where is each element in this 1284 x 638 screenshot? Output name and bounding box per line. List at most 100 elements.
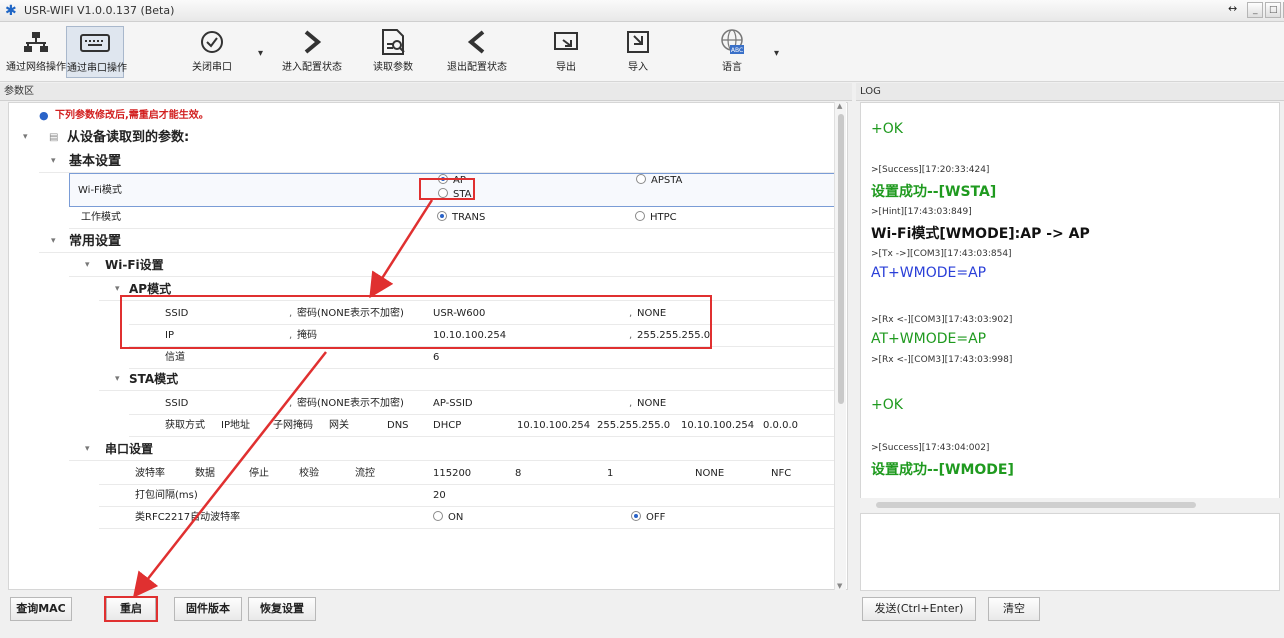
chevron-down-icon[interactable]: ▾ — [774, 48, 779, 59]
sta-ip-value[interactable]: 10.10.100.254 — [517, 415, 590, 436]
collapse-icon[interactable]: ▾ — [115, 369, 120, 390]
params-scrollbar[interactable]: ▲ ▼ — [834, 102, 846, 590]
stop-bits-value[interactable]: 1 — [607, 463, 613, 484]
subnet-mask-label: 子网掩码 — [273, 420, 313, 431]
obtain-mode-value[interactable]: DHCP — [433, 415, 461, 436]
collapse-icon[interactable]: ▾ — [85, 255, 90, 276]
firmware-version-button[interactable]: 固件版本 — [174, 597, 242, 621]
radio-off[interactable]: OFF — [631, 507, 665, 528]
log-horizontal-scrollbar[interactable] — [860, 498, 1280, 512]
enter-config-button[interactable]: 进入配置状态 — [272, 26, 352, 78]
basic-group-row[interactable]: ▾ 基本设置 — [39, 151, 835, 173]
ap-ssid-row[interactable]: SSID , 密码(NONE表示不加密) USR-W600 , NONE — [129, 303, 835, 325]
common-group-row[interactable]: ▾ 常用设置 — [39, 231, 835, 253]
clear-button[interactable]: 清空 — [988, 597, 1040, 621]
sta-mask-value[interactable]: 255.255.255.0 — [597, 415, 670, 436]
gateway-label: 网关 — [329, 420, 349, 431]
network-icon — [24, 32, 48, 52]
ap-channel-value[interactable]: 6 — [433, 347, 439, 368]
ssid-label: SSID — [165, 398, 189, 409]
minimize-button[interactable]: _ — [1247, 2, 1264, 18]
collapse-icon[interactable]: ▾ — [23, 127, 28, 148]
work-mode-row[interactable]: 工作模式 TRANS HTPC — [69, 207, 835, 229]
stop-bits-label: 停止 — [249, 468, 269, 479]
close-serial-button[interactable]: 关闭串口 — [188, 26, 236, 78]
sta-gateway-value[interactable]: 10.10.100.254 — [681, 415, 754, 436]
sta-ssid-value[interactable]: AP-SSID — [433, 393, 473, 414]
separator: , — [289, 308, 293, 319]
radio-selected-icon — [631, 511, 641, 521]
language-badge: ABC — [731, 47, 743, 54]
log-panel[interactable]: +OK >[Success][17:20:33:424] 设置成功--[WSTA… — [860, 102, 1280, 512]
network-operate-button[interactable]: 通过网络操作 — [6, 26, 66, 78]
ap-password-value[interactable]: NONE — [637, 303, 666, 324]
toolbar-label: 读取参数 — [373, 62, 413, 73]
radio-icon — [635, 211, 645, 221]
serial-operate-button[interactable]: 通过串口操作 — [66, 26, 127, 78]
ap-mask-value[interactable]: 255.255.255.0 — [637, 325, 710, 346]
check-circle-icon — [201, 31, 223, 53]
radio-apsta[interactable]: APSTA — [636, 173, 682, 189]
parity-label: 校验 — [299, 468, 319, 479]
sta-mode-row[interactable]: ▾ STA模式 — [99, 369, 835, 391]
radio-on[interactable]: ON — [433, 507, 463, 528]
ap-ip-row[interactable]: IP , 掩码 10.10.100.254 , 255.255.255.0 — [129, 325, 835, 347]
scroll-down-icon[interactable]: ▼ — [837, 582, 842, 590]
chevron-down-icon[interactable]: ▾ — [258, 48, 263, 59]
send-button[interactable]: 发送(Ctrl+Enter) — [862, 597, 976, 621]
read-params-button[interactable]: 读取参数 — [366, 26, 420, 78]
root-group-row[interactable]: ▾ ▤ 从设备读取到的参数: — [9, 127, 835, 149]
parity-value[interactable]: NONE — [695, 463, 724, 484]
scroll-thumb[interactable] — [876, 502, 1196, 508]
data-bits-value[interactable]: 8 — [515, 463, 521, 484]
read-params-icon — [382, 29, 405, 55]
scroll-thumb[interactable] — [838, 114, 844, 404]
sta-dns-value[interactable]: 0.0.0.0 — [763, 415, 798, 436]
sta-network-row[interactable]: 获取方式 IP地址 子网掩码 网关 DNS DHCP 10.10.100.254… — [129, 415, 835, 437]
log-line: >[Success][17:20:33:424] — [871, 165, 990, 175]
flow-control-value[interactable]: NFC — [771, 463, 791, 484]
baud-value[interactable]: 115200 — [433, 463, 471, 484]
collapse-icon[interactable]: ▾ — [85, 439, 90, 460]
restart-notice: 下列参数修改后,需重启才能生效。 — [55, 110, 209, 121]
restore-settings-button[interactable]: 恢复设置 — [248, 597, 316, 621]
pack-interval-value[interactable]: 20 — [433, 485, 446, 506]
language-button[interactable]: ABC 语言 — [714, 26, 750, 78]
exit-config-button[interactable]: 退出配置状态 — [440, 26, 514, 78]
separator: , — [629, 330, 633, 341]
common-group-title: 常用设置 — [69, 234, 122, 249]
log-panel-header: LOG — [856, 83, 1284, 101]
import-button[interactable]: 导入 — [620, 26, 656, 78]
ap-mode-row[interactable]: ▾ AP模式 — [99, 279, 835, 301]
query-mac-button[interactable]: 查询MAC — [10, 597, 72, 621]
sta-password-value[interactable]: NONE — [637, 393, 666, 414]
send-input[interactable] — [860, 513, 1280, 591]
uart-settings-row[interactable]: ▾ 串口设置 — [69, 439, 835, 461]
radio-trans[interactable]: TRANS — [437, 207, 485, 228]
uart-settings-title: 串口设置 — [105, 442, 154, 456]
wifi-settings-row[interactable]: ▾ Wi-Fi设置 — [69, 255, 835, 277]
collapse-icon[interactable]: ▾ — [115, 279, 120, 300]
export-button[interactable]: 导出 — [548, 26, 584, 78]
rfc2217-row[interactable]: 类RFC2217自动波特率 ON OFF — [99, 507, 835, 529]
ap-mode-title: AP模式 — [129, 282, 172, 296]
maximize-button[interactable]: □ — [1265, 2, 1282, 18]
data-bits-label: 数据 — [195, 468, 215, 479]
wifi-mode-row[interactable]: Wi-Fi模式 AP APSTA STA — [69, 173, 835, 207]
ap-ssid-value[interactable]: USR-W600 — [433, 303, 485, 324]
radio-sta[interactable]: STA — [438, 187, 472, 203]
radio-selected-icon — [437, 211, 447, 221]
sta-ssid-row[interactable]: SSID , 密码(NONE表示不加密) AP-SSID , NONE — [129, 393, 835, 415]
restart-button[interactable]: 重启 — [106, 597, 156, 621]
radio-htpc[interactable]: HTPC — [635, 207, 677, 228]
pack-interval-row[interactable]: 打包间隔(ms) 20 — [99, 485, 835, 507]
collapse-icon[interactable]: ▾ — [51, 151, 56, 172]
uart-params-row[interactable]: 波特率 数据 停止 校验 流控 115200 8 1 NONE NFC — [99, 463, 835, 485]
ip-label: IP — [165, 330, 174, 341]
channel-label: 信道 — [165, 352, 185, 363]
ap-channel-row[interactable]: 信道 6 — [129, 347, 835, 369]
collapse-icon[interactable]: ▾ — [51, 231, 56, 252]
ap-ip-value[interactable]: 10.10.100.254 — [433, 325, 506, 346]
params-panel-header: 参数区 — [0, 83, 852, 101]
scroll-up-icon[interactable]: ▲ — [837, 102, 842, 110]
